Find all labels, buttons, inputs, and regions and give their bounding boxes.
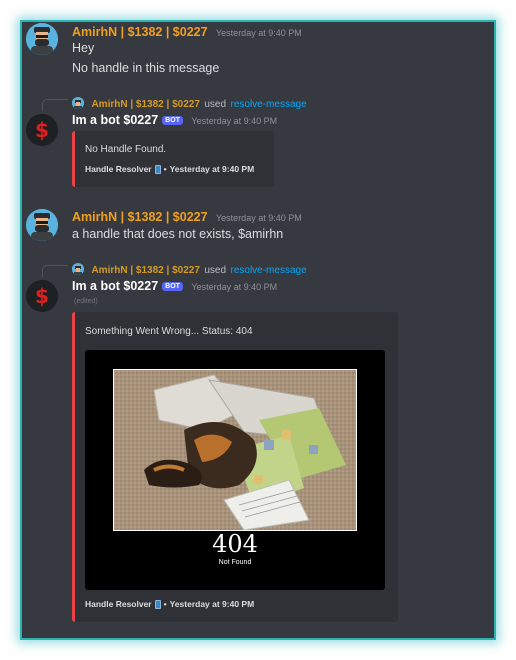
user-mini-avatar-icon <box>72 263 84 275</box>
message-header: Im a bot $0227 BOT Yesterday at 9:40 PM <box>72 277 277 295</box>
message-header: AmirhN | $1382 | $0227 Yesterday at 9:40… <box>72 23 302 41</box>
reply-reference[interactable]: AmirhN | $1382 | $0227 used resolve-mess… <box>72 94 307 112</box>
reply-connector <box>42 265 68 277</box>
embed-footer-text: Handle Resolver <box>85 164 152 174</box>
embed-image[interactable]: 404 Not Found <box>85 350 385 590</box>
reply-command-link[interactable]: resolve-message <box>230 265 306 276</box>
meme-title: 404 <box>212 530 258 558</box>
bot-username[interactable]: Im a bot $0227 <box>72 279 158 293</box>
user-mini-avatar-icon <box>72 97 84 109</box>
reply-used-text: used <box>204 265 227 276</box>
timestamp[interactable]: Yesterday at 9:40 PM <box>216 28 302 38</box>
embed-footer: Handle Resolver • Yesterday at 9:40 PM <box>85 164 254 174</box>
embed-description: No Handle Found. <box>85 144 167 155</box>
reply-username[interactable]: AmirhN | $1382 | $0227 <box>91 99 199 110</box>
meme-caption: Not Found <box>218 559 252 566</box>
embed-footer-separator: • <box>163 164 167 174</box>
embed-footer-time: Yesterday at 9:40 PM <box>169 164 255 174</box>
bot-tag: BOT <box>162 282 183 291</box>
embed: Something Went Wrong... Status: 404 404 … <box>72 312 398 622</box>
reply-command-link[interactable]: resolve-message <box>230 99 306 110</box>
username[interactable]: AmirhN | $1382 | $0227 <box>72 210 208 224</box>
cat-photo <box>113 369 357 531</box>
embed-footer-separator: • <box>163 599 167 609</box>
edited-label: (edited) <box>74 298 98 305</box>
message-header: Im a bot $0227 BOT Yesterday at 9:40 PM <box>72 111 277 129</box>
timestamp[interactable]: Yesterday at 9:40 PM <box>191 116 277 126</box>
reply-reference[interactable]: AmirhN | $1382 | $0227 used resolve-mess… <box>72 260 307 278</box>
embed: No Handle Found. Handle Resolver • Yeste… <box>72 131 274 187</box>
user-avatar-icon[interactable] <box>26 209 58 241</box>
embed-footer-time: Yesterday at 9:40 PM <box>169 599 255 609</box>
mobile-phone-icon <box>154 164 161 174</box>
chat-window: AmirhN | $1382 | $0227 Yesterday at 9:40… <box>20 20 496 640</box>
svg-text:$: $ <box>35 118 49 142</box>
timestamp[interactable]: Yesterday at 9:40 PM <box>216 213 302 223</box>
message-header: AmirhN | $1382 | $0227 Yesterday at 9:40… <box>72 208 302 226</box>
svg-text:$: $ <box>35 284 49 308</box>
user-avatar-icon[interactable] <box>26 23 58 55</box>
message-text: a handle that does not exists, $amirhn <box>72 227 284 241</box>
bot-tag: BOT <box>162 116 183 125</box>
embed-footer-text: Handle Resolver <box>85 599 152 609</box>
embed-footer: Handle Resolver • Yesterday at 9:40 PM <box>85 599 254 609</box>
reply-username[interactable]: AmirhN | $1382 | $0227 <box>91 265 199 276</box>
mobile-phone-icon <box>154 599 161 609</box>
bot-username[interactable]: Im a bot $0227 <box>72 113 158 127</box>
embed-description: Something Went Wrong... Status: 404 <box>85 326 253 337</box>
bot-avatar-icon[interactable]: $ <box>26 280 58 312</box>
reply-used-text: used <box>204 99 227 110</box>
username[interactable]: AmirhN | $1382 | $0227 <box>72 25 208 39</box>
bot-avatar-icon[interactable]: $ <box>26 114 58 146</box>
message-text: Hey <box>72 41 95 55</box>
timestamp[interactable]: Yesterday at 9:40 PM <box>191 282 277 292</box>
message-text: No handle in this message <box>72 61 220 75</box>
reply-connector <box>42 99 68 111</box>
